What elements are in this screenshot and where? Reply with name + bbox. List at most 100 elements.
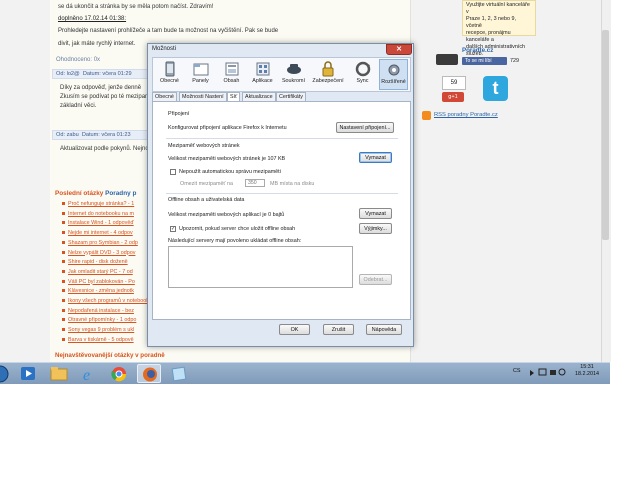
question-link[interactable]: Nejde mi internet - 4 odpov — [68, 230, 133, 236]
question-item[interactable]: Váš PC byl zablokován - Po — [62, 279, 135, 285]
taskbar-explorer[interactable] — [47, 364, 71, 383]
question-link[interactable]: Sony vegas 9 problém s ukl — [68, 327, 134, 333]
taskbar-media-player[interactable] — [16, 364, 40, 383]
clear-cache-button[interactable]: Vymazat — [359, 152, 392, 163]
question-link[interactable]: Shire rapid - disk doženě — [68, 259, 128, 265]
reply-author[interactable]: Od: lo2@ — [56, 71, 80, 77]
internet-explorer-icon: e — [83, 367, 90, 384]
poradte-logo-icon[interactable] — [436, 54, 458, 65]
ad-box[interactable]: Využijte virtuální kanceláře v Praze 1, … — [462, 0, 536, 57]
cache-limit-input[interactable]: 350 — [245, 179, 265, 187]
pane-label: Sync — [356, 78, 369, 84]
question-item[interactable]: Nepodařená instalace - bez — [62, 308, 134, 314]
question-link[interactable]: Nepodařená instalace - bez — [68, 308, 134, 314]
taskbar-ie[interactable]: e — [77, 364, 101, 384]
connection-settings-button[interactable]: Nastavení připojení... — [336, 122, 394, 133]
pane-advanced[interactable]: Rozšířené — [379, 59, 408, 90]
question-item[interactable]: Klávesnice - změna jednotk — [62, 288, 134, 294]
reply-author[interactable]: Od: zabu — [56, 132, 79, 138]
folder-icon — [50, 367, 68, 381]
pane-privacy[interactable]: Soukromí — [279, 59, 308, 90]
help-button[interactable]: Nápověda — [366, 324, 402, 335]
rss-icon[interactable] — [422, 111, 431, 120]
question-item[interactable]: Shire rapid - disk doženě — [62, 259, 128, 265]
dialog-titlebar[interactable]: Možnosti ✕ — [148, 44, 413, 56]
reply-text: základní věci. — [60, 103, 97, 109]
pane-tabs[interactable]: Panely — [186, 59, 215, 90]
post-text-line: se dá ukončit a stránka by se měla potom… — [58, 4, 214, 10]
pane-content[interactable]: Obsah — [217, 59, 246, 90]
question-item[interactable]: Instalace Wind - 1 odpověď — [62, 220, 134, 226]
system-tray[interactable] — [529, 367, 569, 377]
question-link[interactable]: Shazam pro Symbian - 2 odp — [68, 240, 138, 246]
close-icon[interactable]: ✕ — [386, 44, 412, 55]
question-item[interactable]: Nejde mi internet - 4 odpov — [62, 230, 133, 236]
question-link[interactable]: Proč nefunguje stránka? - 1 — [68, 201, 134, 207]
last-questions-heading: Poslední otázky Poradny p — [55, 190, 137, 197]
question-item[interactable]: Nelze vypálit DVD - 3 odpov — [62, 250, 135, 256]
question-item[interactable]: Proč nefunguje stránka? - 1 — [62, 201, 134, 207]
question-link[interactable]: Ikony všech programů v notebooku — [68, 298, 152, 304]
cache-limit-unit: MB místa na disku — [270, 181, 315, 187]
sync-icon — [355, 61, 370, 77]
pane-applications[interactable]: Aplikace — [248, 59, 277, 90]
site-name[interactable]: Poradte.cz — [462, 47, 493, 54]
pane-sync[interactable]: Sync — [348, 59, 377, 90]
offline-exceptions-button[interactable]: Výjimky... — [359, 223, 392, 234]
reply-text: Díky za odpověď, jenže denně — [60, 85, 142, 91]
question-item[interactable]: Barva v tiskárně - 5 odpově — [62, 337, 134, 343]
ok-button[interactable]: OK — [279, 324, 310, 335]
offline-sites-list[interactable] — [168, 246, 353, 288]
question-item[interactable]: Shazam pro Symbian - 2 odp — [62, 240, 138, 246]
pane-security[interactable]: Zabezpečení — [310, 59, 346, 90]
connection-section-label: Připojení — [168, 111, 190, 117]
bullet-icon — [62, 328, 65, 332]
remove-offline-button[interactable]: Odebrat... — [359, 274, 392, 285]
question-link[interactable]: Otravné připomínky - 1 odpo — [68, 317, 136, 323]
rss-link[interactable]: RSS poradny Poradte.cz — [434, 112, 498, 118]
question-link[interactable]: Klávesnice - změna jednotk — [68, 288, 134, 294]
question-item[interactable]: Internet do notebooku na m — [62, 211, 134, 217]
clear-offline-button[interactable]: Vymazat — [359, 208, 392, 219]
question-link[interactable]: Váš PC byl zablokován - Po — [68, 279, 135, 285]
advanced-icon — [388, 64, 399, 76]
bullet-icon — [62, 260, 65, 264]
start-button[interactable] — [0, 364, 14, 383]
offline-usage-text: Velikost mezipaměti webových aplikací je… — [168, 212, 285, 218]
pane-general[interactable]: Obecné — [155, 59, 184, 90]
notify-offline-checkbox[interactable]: ✓ — [170, 226, 176, 232]
facebook-like-button[interactable]: To se mi líbí — [462, 57, 507, 65]
site-link[interactable]: Poradny p — [105, 190, 136, 197]
taskbar-chrome[interactable] — [107, 364, 131, 383]
gplus-button[interactable]: g+1 — [442, 92, 464, 102]
ad-line: Využijte virtuální kanceláře v — [466, 2, 530, 15]
question-item[interactable]: Jak omladit starý PC - 7 od — [62, 269, 133, 275]
question-link[interactable]: Barva v tiskárně - 5 odpově — [68, 337, 134, 343]
network-panel: Připojení Konfigurovat připojení aplikac… — [152, 101, 411, 320]
cache-section-label: Mezipaměť webových stránek — [168, 143, 240, 149]
override-cache-checkbox[interactable] — [170, 169, 176, 175]
question-item[interactable]: Otravné připomínky - 1 odpo — [62, 317, 136, 323]
question-item[interactable]: Sony vegas 9 problém s ukl — [62, 327, 134, 333]
cancel-button[interactable]: Zrušit — [323, 324, 354, 335]
bullet-icon — [62, 337, 65, 341]
question-item[interactable]: Ikony všech programů v notebooku — [62, 298, 152, 304]
windows-orb-icon — [0, 365, 9, 383]
options-toolbar: Obecné Panely Obsah Aplikace Soukromí Za… — [152, 57, 411, 92]
twitter-icon[interactable]: t — [483, 76, 508, 101]
post-text-line: Prohledejte nastavení prohlížeče a tam b… — [58, 28, 279, 34]
question-link[interactable]: Instalace Wind - 1 odpověď — [68, 220, 134, 226]
question-link[interactable]: Internet do notebooku na m — [68, 211, 134, 217]
dialog-title: Možnosti — [152, 46, 177, 52]
language-indicator[interactable]: CS — [513, 368, 521, 374]
clock[interactable]: 15:31 18.2.2014 — [575, 364, 599, 378]
taskbar-app[interactable] — [167, 364, 191, 383]
bullet-icon — [62, 221, 65, 225]
bullet-icon — [62, 308, 65, 312]
pane-label: Zabezpečení — [312, 78, 344, 84]
question-link[interactable]: Jak omladit starý PC - 7 od — [68, 269, 133, 275]
bullet-icon — [62, 279, 65, 283]
question-link[interactable]: Nelze vypálit DVD - 3 odpov — [68, 250, 135, 256]
taskbar-firefox[interactable] — [137, 364, 161, 383]
scrollbar-thumb[interactable] — [602, 30, 609, 240]
